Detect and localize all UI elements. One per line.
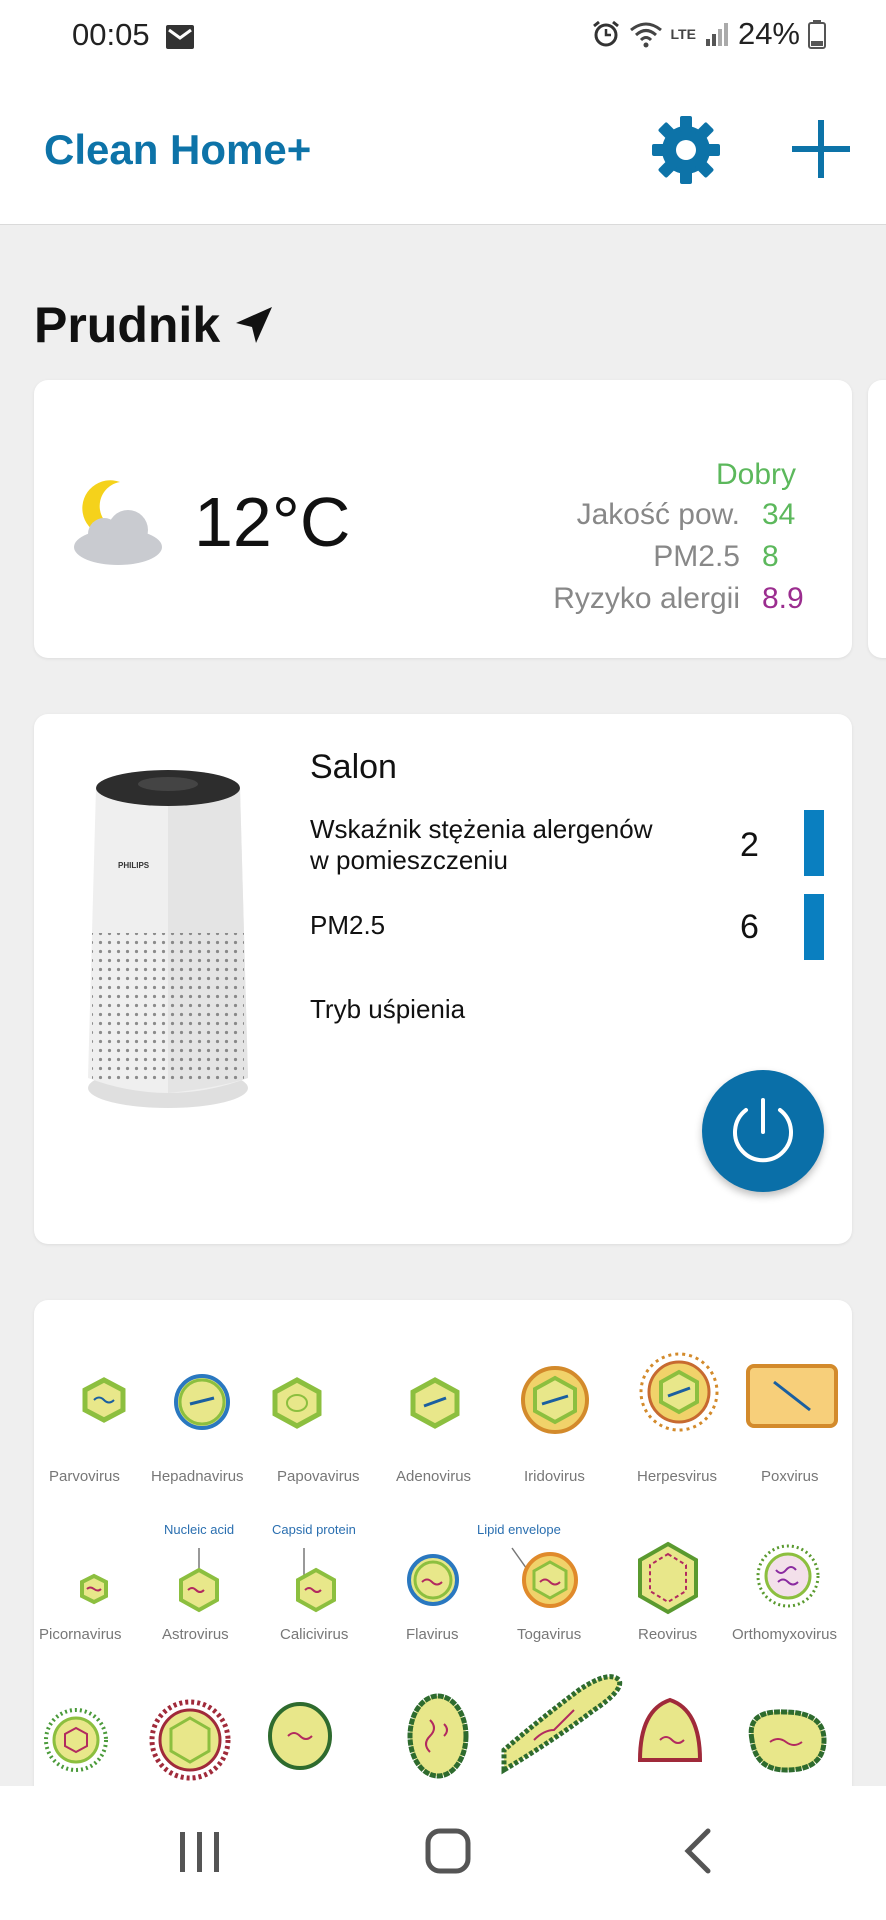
papovavirus-shape	[272, 1377, 322, 1429]
virus-chart-card[interactable]: Parvovirus Hepadnavirus Papovavirus Aden…	[34, 1300, 852, 1800]
virus-label: Iridovirus	[524, 1468, 585, 1485]
virus-row3-shape-3	[268, 1702, 332, 1770]
virus-annotation: Lipid envelope	[477, 1522, 561, 1537]
location-name: Prudnik	[34, 297, 221, 353]
device-name: Salon	[310, 748, 397, 786]
virus-row3-shape-4	[407, 1693, 469, 1779]
virus-label: Astrovirus	[162, 1626, 229, 1643]
virus-label: Hepadnavirus	[151, 1468, 244, 1485]
virus-row3-shape-2	[149, 1699, 231, 1781]
togavirus-shape	[511, 1547, 578, 1608]
device-pm25-label: PM2.5	[310, 910, 386, 940]
device-pm25-bar	[804, 894, 824, 960]
air-quality-row: Jakość pow. 34	[577, 498, 830, 532]
orthomyxovirus-shape	[756, 1544, 820, 1608]
network-type: LTE	[670, 26, 696, 42]
reovirus-shape	[638, 1541, 698, 1615]
back-icon	[684, 1828, 711, 1874]
signal-icon	[705, 23, 728, 46]
temperature: 12°C	[194, 483, 351, 561]
astrovirus-shape	[179, 1548, 219, 1613]
status-icons: LTE 24%	[591, 16, 826, 52]
location-header[interactable]: Prudnik	[34, 296, 274, 354]
virus-label: Orthomyxovirus	[732, 1626, 838, 1643]
pm25-row: PM2.5 8	[653, 540, 830, 574]
power-button[interactable]	[702, 1070, 824, 1192]
virus-illustrations	[44, 1352, 838, 1781]
status-time: 00:05	[72, 17, 150, 52]
plus-icon	[792, 120, 850, 178]
mail-icon	[166, 25, 194, 49]
calicivirus-shape	[296, 1548, 336, 1613]
weather-card[interactable]: 12°C Dobry Jakość pow. 34 PM2.5 8 Ryzyko…	[34, 380, 852, 658]
add-device-button[interactable]	[788, 116, 854, 182]
location-arrow-icon	[236, 307, 273, 343]
app-bar: Clean Home+	[0, 72, 886, 225]
brand-logo: PHILIPS	[118, 861, 150, 870]
recent-apps-icon	[180, 1832, 219, 1872]
allergy-risk-value: 8.9	[762, 582, 804, 615]
status-bar: 00:05 LTE 24%	[0, 0, 886, 72]
recent-apps-button[interactable]	[160, 1816, 240, 1886]
air-quality-value: 34	[762, 498, 796, 531]
pm25-label: PM2.5	[653, 540, 740, 573]
settings-button[interactable]	[648, 112, 724, 188]
virus-annotation: Capsid protein	[272, 1522, 356, 1537]
virus-row3-shape-6	[637, 1697, 703, 1762]
virus-label: Picornavirus	[39, 1626, 122, 1643]
flavirus-shape	[407, 1554, 459, 1606]
wifi-icon	[629, 22, 662, 48]
iridovirus-shape	[521, 1366, 589, 1434]
home-button[interactable]	[408, 1816, 488, 1886]
virus-row3-shape-1	[44, 1708, 108, 1772]
allergen-index-bar	[804, 810, 824, 876]
alarm-icon	[592, 20, 619, 47]
virus-label: Calicivirus	[280, 1626, 349, 1643]
power-icon	[733, 1098, 793, 1163]
virus-row3-shape-7	[748, 1709, 827, 1773]
allergen-index-label: Wskaźnik stężenia alergenów w pomieszcze…	[310, 814, 653, 875]
back-button[interactable]	[656, 1816, 736, 1886]
virus-annotation: Nucleic acid	[164, 1522, 235, 1537]
poxvirus-shape	[746, 1364, 838, 1428]
adenovirus-shape	[410, 1377, 460, 1429]
picornavirus-shape	[80, 1573, 108, 1605]
virus-label: Adenovirus	[396, 1468, 472, 1485]
virus-label: Flavirus	[406, 1626, 459, 1643]
allergen-index-value: 2	[740, 826, 759, 864]
device-card[interactable]: PHILIPS Salon Wskaźnik stężenia alergenó…	[34, 714, 852, 1244]
air-quality-status: Dobry	[715, 458, 796, 491]
battery-icon	[808, 20, 826, 49]
virus-label: Reovirus	[638, 1626, 698, 1643]
herpesvirus-shape	[639, 1352, 719, 1432]
virus-label: Papovavirus	[277, 1468, 360, 1485]
virus-label: Parvovirus	[49, 1468, 120, 1485]
parvovirus-shape	[82, 1377, 126, 1423]
hepadnavirus-shape	[174, 1374, 230, 1430]
allergy-risk-label: Ryzyko alergii	[553, 582, 740, 615]
partly-cloudy-night-icon	[74, 480, 162, 565]
allergy-risk-row: Ryzyko alergii 8.9	[553, 582, 830, 616]
device-pm25-value: 6	[740, 908, 759, 946]
virus-label: Poxvirus	[761, 1468, 819, 1485]
battery-percent: 24%	[737, 16, 800, 51]
virus-label: Togavirus	[517, 1626, 582, 1643]
next-card-peek[interactable]	[868, 380, 886, 658]
gear-icon	[652, 116, 720, 184]
device-mode: Tryb uśpienia	[310, 994, 466, 1024]
virus-label: Herpesvirus	[637, 1468, 718, 1485]
virus-row3-shape-5	[501, 1674, 623, 1775]
system-nav-bar	[0, 1786, 886, 1920]
pm25-value: 8	[762, 540, 779, 573]
air-quality-label: Jakość pow.	[576, 498, 740, 531]
app-title: Clean Home+	[44, 126, 312, 173]
home-icon	[425, 1828, 471, 1874]
air-purifier-image: PHILIPS	[88, 770, 248, 1108]
